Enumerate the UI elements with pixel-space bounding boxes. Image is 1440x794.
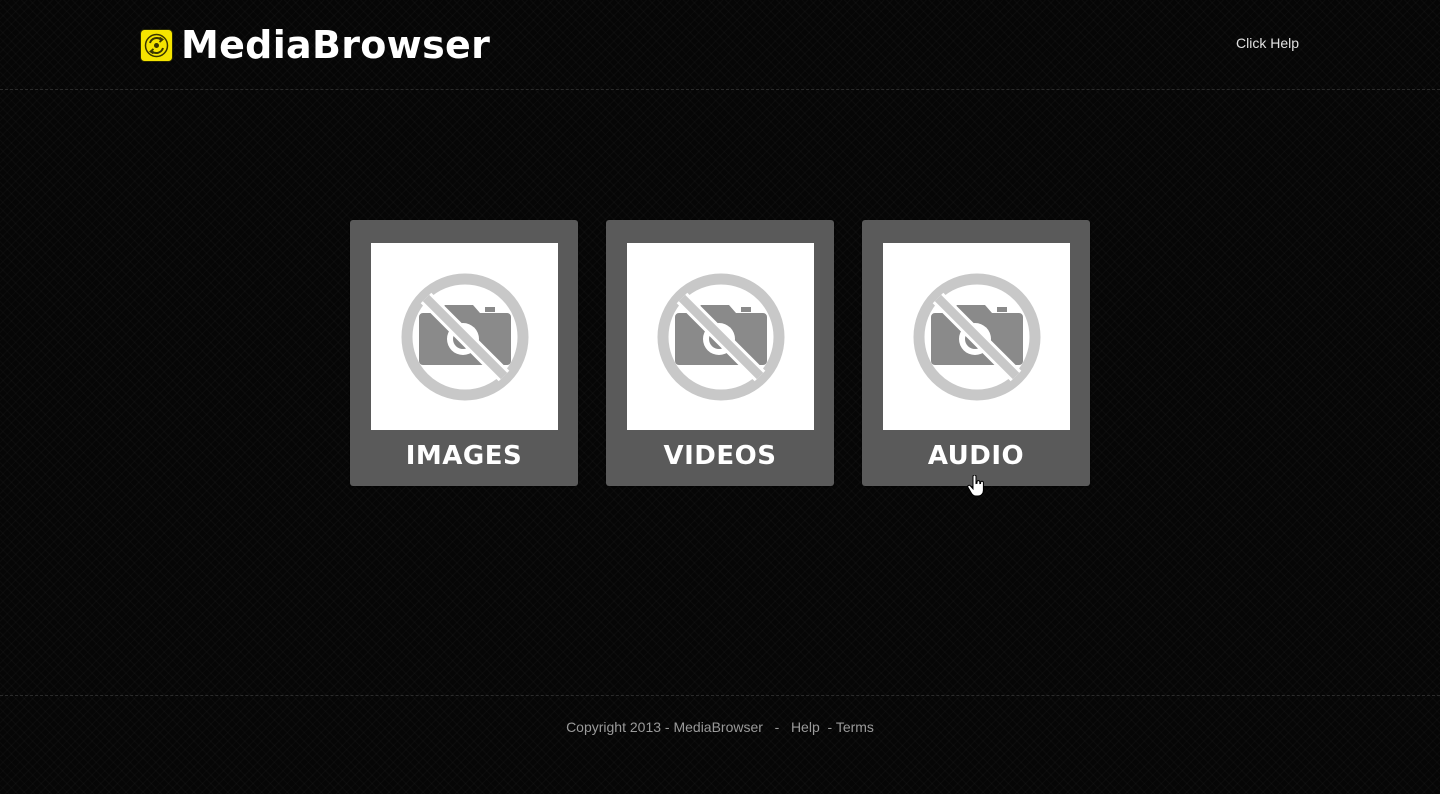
thumbnail [883,243,1070,430]
media-category-grid: IMAGES VIDEOS AUDIO [350,220,1090,486]
tile-videos[interactable]: VIDEOS [606,220,834,486]
no-camera-icon [913,273,1040,400]
footer-separator: - [762,719,791,735]
tile-label: AUDIO [927,441,1025,471]
tile-label: IMAGES [405,441,523,471]
tile-audio[interactable]: AUDIO [862,220,1090,486]
help-link[interactable]: Click Help [1236,35,1299,51]
footer-terms-link[interactable]: Terms [836,719,874,735]
thumbnail [371,243,558,430]
site-footer: Copyright 2013 - MediaBrowser - Help - T… [0,695,1440,794]
footer-separator: - [819,719,836,735]
tile-images[interactable]: IMAGES [350,220,578,486]
footer-help-link[interactable]: Help [791,719,820,735]
copyright-text: Copyright 2013 - MediaBrowser [566,719,763,735]
footer-text: Copyright 2013 - MediaBrowser - Help - T… [0,719,1440,735]
logo[interactable]: MediaBrowser [140,22,490,68]
site-header: MediaBrowser Click Help [0,0,1440,90]
recycle-badge-icon [140,28,173,62]
no-camera-icon [401,273,528,400]
thumbnail [627,243,814,430]
site-title: MediaBrowser [181,23,491,67]
no-camera-icon [657,273,784,400]
tile-label: VIDEOS [663,441,777,471]
